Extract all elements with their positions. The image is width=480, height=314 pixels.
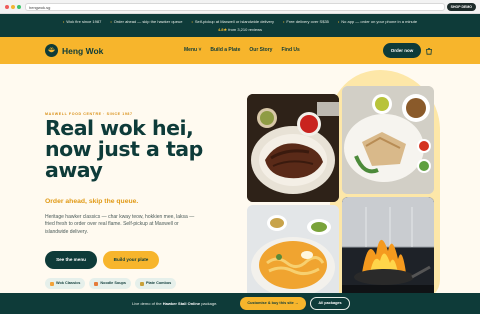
demo-bottom-bar: Live demo of the Hawker Stall Online pac… bbox=[0, 293, 480, 314]
order-now-button[interactable]: Order now bbox=[383, 43, 421, 58]
nav-item-find-us[interactable]: Find Us bbox=[281, 47, 299, 53]
see-the-menu-button[interactable]: See the menu bbox=[45, 251, 97, 269]
minimize-window-dot[interactable] bbox=[11, 5, 15, 9]
hero-subheading: Order ahead, skip the queue. bbox=[45, 198, 139, 205]
address-bar[interactable]: hengwok.sg bbox=[25, 3, 445, 11]
ticker-item: • Wok fire since 1987 bbox=[62, 19, 102, 24]
chip-noodle-soups[interactable]: Noodle Soups bbox=[89, 278, 131, 289]
hero-description: Heritage hawker classics — char kway teo… bbox=[45, 214, 195, 235]
ticker-item: • Self-pickup at Maxwell or islandwide de… bbox=[191, 19, 275, 24]
close-window-dot[interactable] bbox=[5, 5, 9, 9]
chip-plate-combos[interactable]: Plate Combos bbox=[134, 278, 177, 289]
category-chips: Wok Classics Noodle Soups Plate Combos bbox=[45, 278, 177, 289]
rating-stars: 4.8★ bbox=[217, 27, 228, 32]
rating-summary: 4.8★ from 3,210 reviews bbox=[0, 24, 480, 32]
demo-notice: Live demo of the Hawker Stall Online pac… bbox=[132, 301, 218, 306]
bullet-icon: • bbox=[62, 19, 65, 24]
cart-icon[interactable] bbox=[425, 47, 433, 55]
ticker-item: • Order ahead — skip the hawker queue bbox=[110, 19, 183, 24]
bowl-icon bbox=[94, 281, 99, 286]
build-your-plate-button[interactable]: Build your plate bbox=[103, 251, 159, 269]
nav-menu: Menu ˅ Build a Plate Our Story Find Us bbox=[184, 47, 300, 53]
bullet-icon: • bbox=[191, 19, 193, 24]
brand-name: Heng Wok bbox=[62, 45, 104, 56]
main-nav: Heng Wok Menu ˅ Build a Plate Our Story … bbox=[0, 37, 480, 64]
package-name: Hawker Stall Online bbox=[162, 301, 201, 306]
photo-laksa-bowl bbox=[247, 205, 339, 299]
hero-headline: Real wok hei, now just a tap away bbox=[45, 116, 203, 182]
wok-icon bbox=[50, 281, 54, 286]
nav-item-our-story[interactable]: Our Story bbox=[249, 47, 272, 53]
ticker-row: • Wok fire since 1987 • Order ahead — skip… bbox=[0, 14, 480, 24]
bullet-icon: • bbox=[110, 19, 112, 24]
bullet-icon: • bbox=[283, 19, 285, 24]
wok-logo-icon bbox=[45, 44, 58, 57]
customise-buy-button[interactable]: Customise & buy this site → bbox=[240, 297, 306, 310]
maximize-window-dot[interactable] bbox=[17, 5, 21, 9]
nav-item-build-a-plate[interactable]: Build a Plate bbox=[210, 47, 240, 53]
bullet-icon: • bbox=[337, 19, 340, 24]
ticker-item: • No app — order on your phone in a minut… bbox=[337, 19, 418, 24]
announcement-ticker: • Wok fire since 1987 • Order ahead — skip… bbox=[0, 14, 480, 37]
window-controls bbox=[5, 5, 21, 9]
ticker-item: • Free delivery over S$35 bbox=[283, 19, 329, 24]
chevron-down-icon: ˅ bbox=[198, 47, 202, 53]
browser-chrome: hengwok.sg SHOP DEMO bbox=[0, 0, 480, 14]
all-packages-button[interactable]: All packages bbox=[310, 297, 350, 310]
nav-item-menu[interactable]: Menu ˅ bbox=[184, 47, 201, 53]
photo-wok-flame bbox=[342, 197, 434, 299]
chip-wok-classics[interactable]: Wok Classics bbox=[45, 278, 86, 289]
brand-logo[interactable]: Heng Wok bbox=[45, 44, 103, 57]
photo-bbq-ribs bbox=[247, 94, 339, 202]
photo-chicken-rice bbox=[342, 86, 434, 194]
shop-demo-button[interactable]: SHOP DEMO bbox=[446, 3, 476, 11]
plate-icon bbox=[139, 281, 144, 286]
rating-text: from 3,210 reviews bbox=[228, 27, 263, 32]
